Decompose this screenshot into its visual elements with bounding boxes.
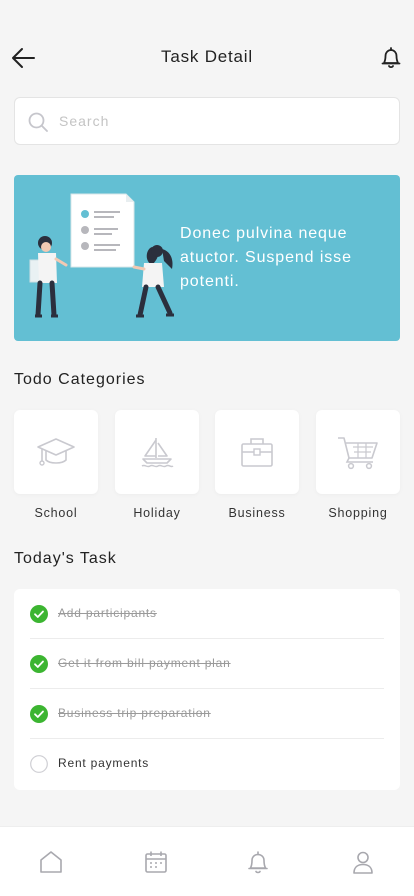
tasks-heading: Today's Task bbox=[14, 550, 117, 567]
shopping-cart-icon bbox=[338, 437, 378, 470]
task-label: Get it from bill payment plan bbox=[58, 656, 231, 670]
category-tile bbox=[215, 410, 299, 494]
page-title: Task Detail bbox=[161, 47, 253, 66]
search-box bbox=[14, 97, 400, 145]
home-icon[interactable] bbox=[38, 849, 64, 875]
promo-banner: Donec pulvina neque atuctor. Suspend iss… bbox=[14, 175, 400, 341]
user-icon[interactable] bbox=[350, 849, 376, 875]
task-label: Add participants bbox=[58, 606, 157, 620]
categories-heading: Todo Categories bbox=[14, 371, 146, 388]
category-tile bbox=[115, 410, 199, 494]
bell-icon[interactable] bbox=[380, 46, 402, 70]
category-label: Holiday bbox=[133, 506, 181, 520]
category-shopping[interactable]: Shopping bbox=[316, 410, 400, 525]
search-input[interactable] bbox=[59, 98, 379, 144]
banner-text: Donec pulvina neque atuctor. Suspend iss… bbox=[180, 225, 352, 290]
task-list: Add participants Get it from bill paymen… bbox=[14, 589, 400, 790]
category-label: Shopping bbox=[328, 506, 388, 520]
checked-circle-icon[interactable] bbox=[30, 705, 48, 723]
checked-circle-icon[interactable] bbox=[30, 655, 48, 673]
task-label: Business trip preparation bbox=[58, 706, 211, 720]
team-task-illustration bbox=[29, 193, 174, 318]
checked-circle-icon[interactable] bbox=[30, 605, 48, 623]
category-holiday[interactable]: Holiday bbox=[115, 410, 199, 525]
task-item[interactable]: Add participants bbox=[30, 589, 384, 639]
task-item[interactable]: Get it from bill payment plan bbox=[30, 639, 384, 689]
bottom-tab-bar bbox=[0, 826, 414, 896]
category-list: School Holiday Business Shopping bbox=[14, 410, 400, 525]
category-label: Business bbox=[228, 506, 286, 520]
category-tile bbox=[14, 410, 98, 494]
app-header: Task Detail bbox=[0, 36, 414, 80]
bell-icon[interactable] bbox=[245, 849, 271, 875]
briefcase-icon bbox=[241, 438, 273, 467]
task-item[interactable]: Business trip preparation bbox=[30, 689, 384, 739]
category-tile bbox=[316, 410, 400, 494]
search-icon bbox=[28, 112, 48, 132]
category-label: School bbox=[34, 506, 78, 520]
task-label: Rent payments bbox=[58, 756, 150, 770]
sailboat-icon bbox=[141, 438, 174, 468]
unchecked-circle-icon[interactable] bbox=[30, 755, 48, 773]
task-item[interactable]: Rent payments bbox=[30, 739, 384, 789]
category-school[interactable]: School bbox=[14, 410, 98, 525]
graduation-cap-icon bbox=[37, 438, 75, 466]
calendar-icon[interactable] bbox=[143, 849, 169, 875]
category-business[interactable]: Business bbox=[215, 410, 299, 525]
